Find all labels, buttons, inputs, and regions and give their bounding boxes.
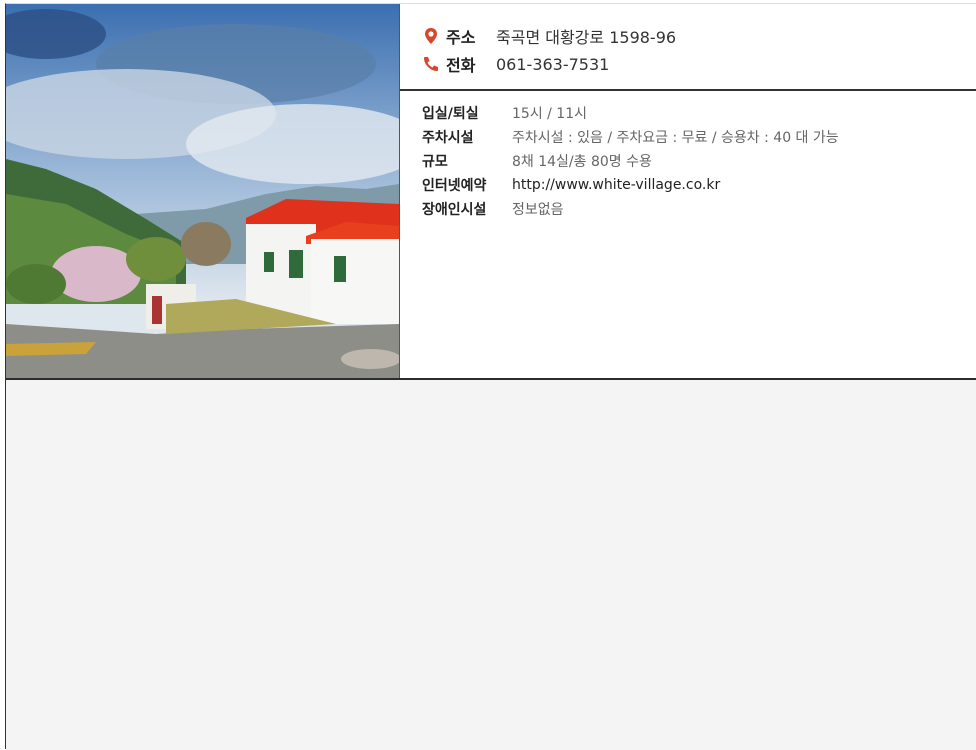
parking-row: 주차시설 주차시설 : 있음 / 주차요금 : 무료 / 승용차 : 40 대 …: [422, 125, 976, 149]
phone-value[interactable]: 061-363-7531: [496, 55, 609, 74]
checkin-label: 입실/퇴실: [422, 106, 479, 122]
checkin-row: 입실/퇴실 15시 / 11시: [422, 101, 976, 125]
accessibility-value: 정보없음: [512, 202, 564, 218]
content-area: [6, 380, 976, 750]
phone-label: 전화: [446, 56, 476, 75]
address-value: 죽곡면 대황강로 1598-96: [496, 28, 677, 47]
parking-value: 주차시설 : 있음 / 주차요금 : 무료 / 승용차 : 40 대 가능: [512, 130, 839, 146]
reservation-link[interactable]: http://www.white-village.co.kr: [512, 177, 720, 193]
details-section: 입실/퇴실 15시 / 11시 주차시설 주차시설 : 있음 / 주차요금 : …: [400, 91, 976, 221]
address-label: 주소: [446, 28, 476, 47]
lodging-info: 주소 죽곡면 대황강로 1598-96 전화 061-363-7531 입실/퇴…: [400, 4, 976, 378]
phone-row: 전화 061-363-7531: [422, 50, 976, 78]
pension-photo-image: [6, 4, 399, 378]
lodging-photo[interactable]: [6, 4, 400, 378]
lodging-summary: 주소 죽곡면 대황강로 1598-96 전화 061-363-7531 입실/퇴…: [6, 4, 976, 380]
lodging-info-panel: 주소 죽곡면 대황강로 1598-96 전화 061-363-7531 입실/퇴…: [5, 3, 976, 750]
phone-icon: [422, 55, 440, 73]
map-pin-icon: [422, 27, 440, 45]
reservation-label: 인터넷예약: [422, 178, 487, 194]
accessibility-label: 장애인시설: [422, 202, 487, 218]
reservation-row: 인터넷예약 http://www.white-village.co.kr: [422, 173, 976, 197]
contact-section: 주소 죽곡면 대황강로 1598-96 전화 061-363-7531: [400, 4, 976, 91]
parking-label: 주차시설: [422, 130, 474, 146]
capacity-row: 규모 8채 14실/총 80명 수용: [422, 149, 976, 173]
accessibility-row: 장애인시설 정보없음: [422, 197, 976, 221]
checkin-value: 15시 / 11시: [512, 106, 588, 122]
capacity-value: 8채 14실/총 80명 수용: [512, 154, 652, 170]
capacity-label: 규모: [422, 154, 448, 170]
address-row: 주소 죽곡면 대황강로 1598-96: [422, 22, 976, 50]
